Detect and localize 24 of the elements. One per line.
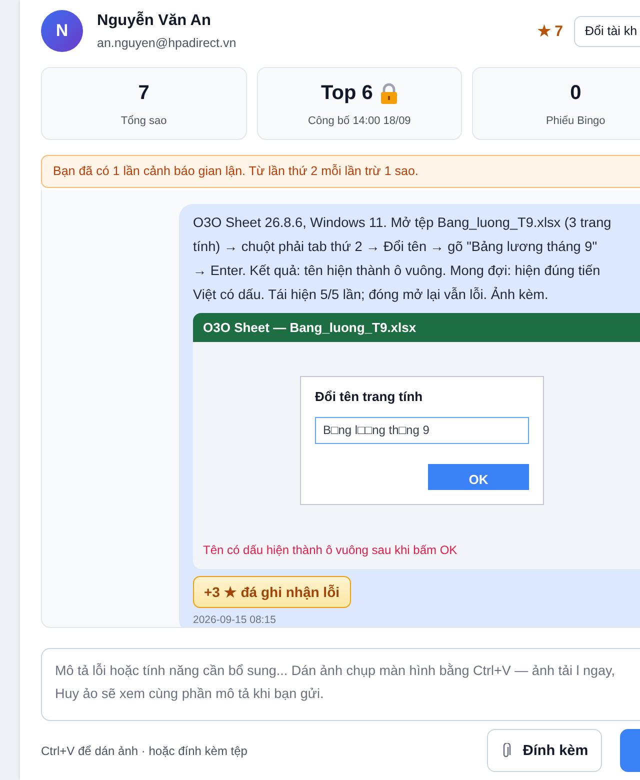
paperclip-icon <box>500 742 511 758</box>
send-button[interactable] <box>620 729 640 772</box>
screenshot-caption: Tên có dấu hiện thành ô vuông sau khi bấm OK <box>203 543 458 557</box>
stat-value: Top 6 <box>321 82 373 105</box>
message-text: O3O Sheet 26.8.6, Windows 11. Mở tệp Bang_luong_T9.xlsx (3 trang tính) → chuột phải tab thứ 2 → Đổi tên → gõ "Bảng lương tháng 9" → Enter. Kết quả: tên hiện thành ô vuông. Mong đợi: hiện đúng tiến Việt có dấu. Tái hiện 5/5 lần; đóng mở lại vẫn lỗi. Ảnh kèm. <box>193 214 612 304</box>
stat-value: 0 <box>570 82 582 105</box>
composer-hint: Ctrl+V để dán ảnh · hoặc đính kèm tệp <box>41 744 248 758</box>
attach-button[interactable]: Đính kèm <box>487 729 602 772</box>
stat-label: Công bố 14:00 18/09 <box>308 114 411 126</box>
switch-account-button[interactable]: Đổi tài kh <box>574 16 640 46</box>
star-count: ★ 7 <box>537 22 563 40</box>
dialog-title: Đổi tên trang tính <box>315 389 424 404</box>
user-email: an.nguyen@hpadirect.vn <box>97 36 238 50</box>
name-field: B□ng l□□ng th□ng 9 <box>315 417 529 444</box>
app-window-title: O3O Sheet — Bang_luong_T9.xlsx <box>193 313 640 342</box>
message-time: 2026-09-15 08:15 <box>193 614 277 626</box>
warning-banner: Bạn đã có 1 lần cảnh báo gian lận. Từ lần thứ 2 mỗi lần trừ 1 sao. <box>41 155 640 188</box>
stat-label: Phiếu Bingo <box>546 114 606 126</box>
avatar: N <box>41 10 83 52</box>
reward-badge: +3 ★ đá ghi nhận lỗi <box>193 576 351 608</box>
message-input[interactable]: Mô tả lỗi hoặc tính năng cần bổ sung... Dán ảnh chụp màn hình bằng Ctrl+V — ảnh tải l ngay, Huy ảo sẽ xem cùng phần mô tả khi bạn gửi. <box>41 648 640 721</box>
user-name: Nguyễn Văn An <box>97 12 212 30</box>
stat-value: 7 <box>138 82 150 105</box>
stat-label: Tổng sao <box>120 114 167 126</box>
